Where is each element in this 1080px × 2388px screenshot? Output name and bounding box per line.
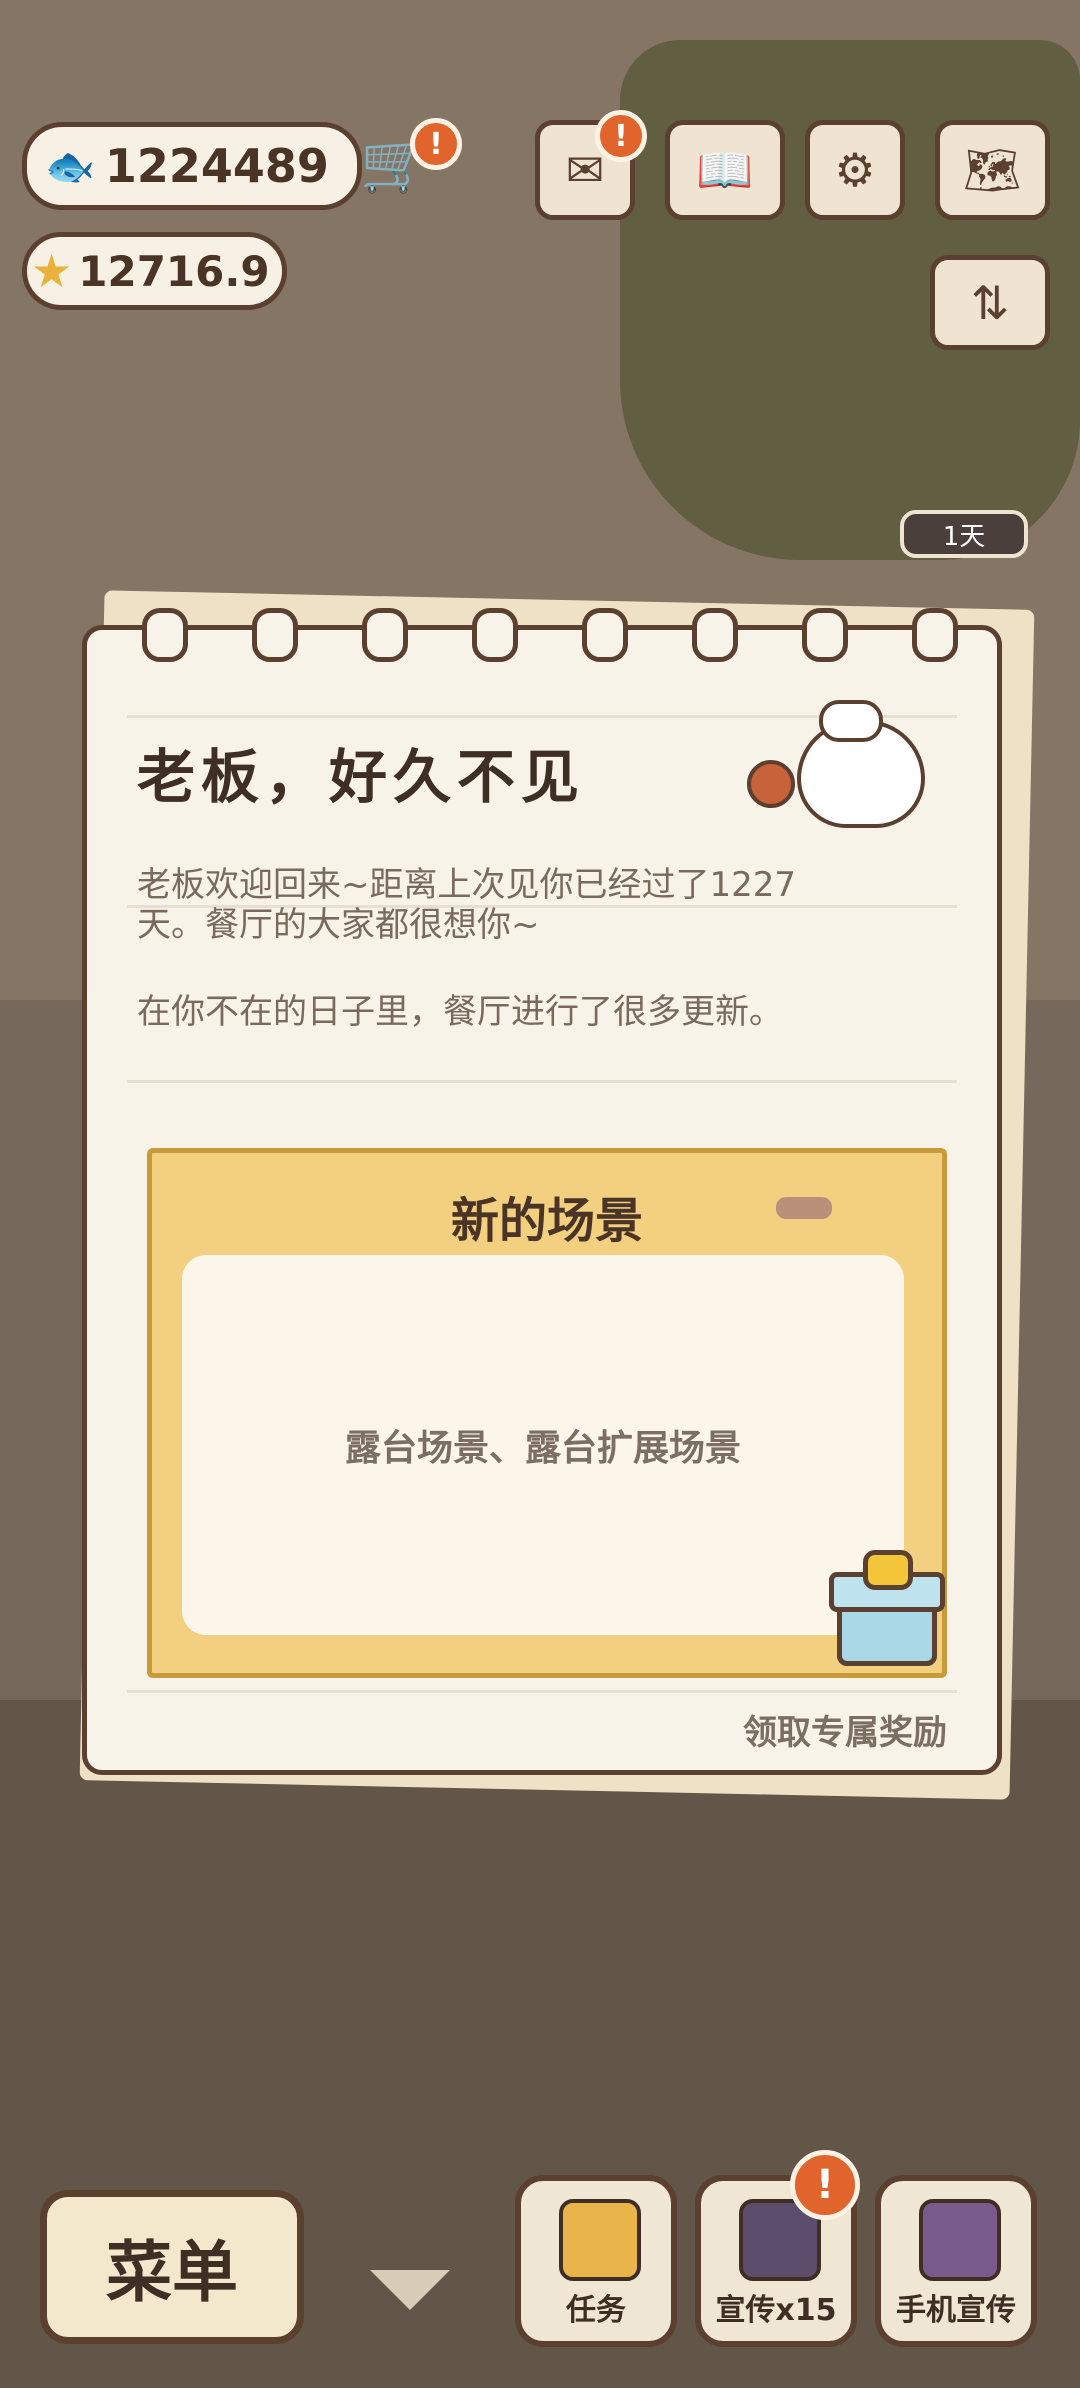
star-count: 12716.9 bbox=[78, 246, 270, 296]
map-icon[interactable]: 🗺 bbox=[935, 120, 1050, 220]
binder-ring bbox=[692, 608, 738, 662]
binder-ring bbox=[802, 608, 848, 662]
fish-count: 1224489 bbox=[104, 139, 329, 193]
dialog-title: 老板，好久不见 bbox=[137, 743, 586, 811]
phone-promote-button[interactable]: 手机宣传 bbox=[875, 2175, 1037, 2347]
check-icon bbox=[559, 2199, 641, 2281]
fish-icon: 🐟 bbox=[45, 143, 95, 190]
chevron-down-icon[interactable] bbox=[370, 2270, 450, 2310]
welcome-message-line2: 天。餐厅的大家都很想你~ bbox=[137, 905, 540, 945]
promote-label: 宣传x15 bbox=[715, 2293, 837, 2328]
task-label: 任务 bbox=[566, 2293, 626, 2328]
star-counter[interactable]: ★ 12716.9 bbox=[22, 232, 287, 310]
task-button[interactable]: 任务 bbox=[515, 2175, 677, 2347]
book-icon[interactable]: 📖 bbox=[665, 120, 785, 220]
binder-ring bbox=[142, 608, 188, 662]
binder-ring bbox=[582, 608, 628, 662]
gift-icon[interactable] bbox=[827, 1550, 945, 1666]
ruled-line bbox=[127, 1080, 957, 1083]
card-content: 露台场景、露台扩展场景 bbox=[182, 1255, 904, 1635]
star-icon: ★ bbox=[31, 244, 73, 298]
welcome-message-line1: 老板欢迎回来~距离上次见你已经过了1227 bbox=[137, 865, 797, 905]
ruled-line bbox=[127, 1690, 957, 1693]
menu-button[interactable]: 菜单 bbox=[40, 2190, 304, 2344]
arrow-right-icon[interactable] bbox=[776, 1197, 832, 1219]
phone-promote-label: 手机宣传 bbox=[896, 2293, 1016, 2328]
phone-icon bbox=[919, 2199, 1001, 2281]
sort-icon[interactable]: ⇅ bbox=[930, 255, 1050, 350]
fish-counter[interactable]: 🐟 1224489 bbox=[22, 122, 362, 210]
binder-ring bbox=[912, 608, 958, 662]
binder-ring bbox=[362, 608, 408, 662]
gear-icon[interactable]: ⚙ bbox=[805, 120, 905, 220]
claim-reward-link[interactable]: 领取专属奖励 bbox=[743, 1705, 947, 1754]
binder-ring bbox=[252, 608, 298, 662]
scene-list-text: 露台场景、露台扩展场景 bbox=[344, 1428, 741, 1469]
day-timer: 1天 bbox=[900, 510, 1028, 558]
welcome-dialog: 老板，好久不见 老板欢迎回来~距离上次见你已经过了1227 天。餐厅的大家都很想… bbox=[82, 608, 1002, 1775]
menu-label: 菜单 bbox=[106, 2234, 238, 2311]
shop-alert-badge: ! bbox=[410, 118, 462, 170]
update-message: 在你不在的日子里，餐厅进行了很多更新。 bbox=[137, 992, 783, 1032]
chef-cat-illustration bbox=[707, 690, 927, 840]
mail-alert-badge: ! bbox=[595, 110, 647, 162]
promote-alert-badge: ! bbox=[790, 2150, 860, 2220]
binder-ring bbox=[472, 608, 518, 662]
